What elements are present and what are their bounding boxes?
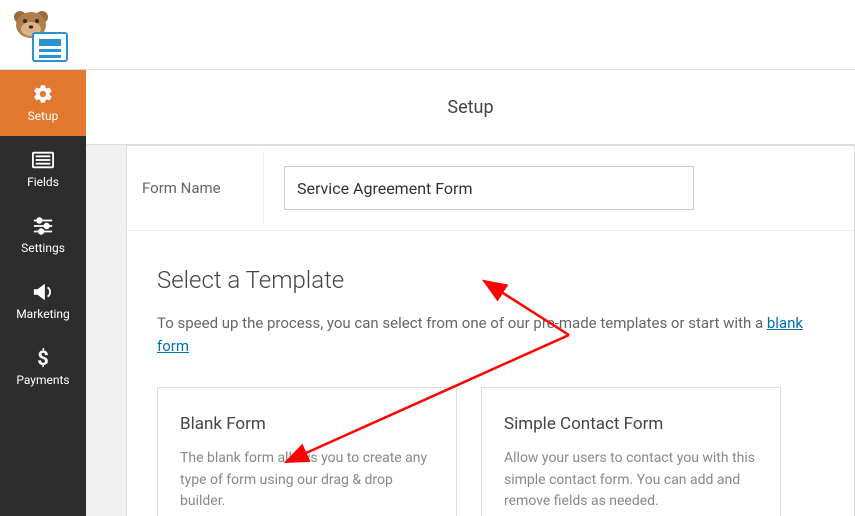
page-title: Setup bbox=[447, 97, 493, 118]
template-card-title: Simple Contact Form bbox=[504, 414, 758, 434]
template-grid: Blank Form The blank form allows you to … bbox=[157, 387, 824, 516]
template-card-simple-contact[interactable]: Simple Contact Form Allow your users to … bbox=[481, 387, 781, 516]
main-area: Setup Form Name Select a Template To spe… bbox=[86, 70, 855, 516]
sidebar-item-marketing[interactable]: Marketing bbox=[0, 268, 86, 334]
sidebar-item-setup[interactable]: Setup bbox=[0, 70, 86, 136]
template-section: Select a Template To speed up the proces… bbox=[127, 231, 854, 516]
sidebar-item-settings[interactable]: Settings bbox=[0, 202, 86, 268]
top-bar bbox=[0, 0, 855, 70]
form-name-label: Form Name bbox=[127, 151, 264, 225]
logo bbox=[10, 7, 70, 62]
sidebar-label-marketing: Marketing bbox=[16, 307, 70, 321]
page-title-bar: Setup bbox=[86, 70, 855, 145]
svg-text:$: $ bbox=[37, 347, 48, 369]
dollar-icon: $ bbox=[32, 348, 54, 368]
sidebar: Setup Fields Settings Marketing $ Paymen… bbox=[0, 70, 86, 516]
template-intro: To speed up the process, you can select … bbox=[157, 312, 824, 357]
template-card-title: Blank Form bbox=[180, 414, 434, 434]
template-intro-text: To speed up the process, you can select … bbox=[157, 314, 767, 332]
template-heading: Select a Template bbox=[157, 266, 824, 294]
sidebar-label-fields: Fields bbox=[27, 175, 59, 189]
bullhorn-icon bbox=[32, 282, 54, 302]
template-card-desc: The blank form allows you to create any … bbox=[180, 448, 434, 513]
form-name-input[interactable] bbox=[284, 166, 694, 210]
gear-icon bbox=[32, 84, 54, 104]
template-card-blank-form[interactable]: Blank Form The blank form allows you to … bbox=[157, 387, 457, 516]
sidebar-label-settings: Settings bbox=[21, 241, 65, 255]
sliders-icon bbox=[32, 216, 54, 236]
sidebar-item-fields[interactable]: Fields bbox=[0, 136, 86, 202]
sidebar-label-payments: Payments bbox=[16, 373, 69, 387]
sidebar-item-payments[interactable]: $ Payments bbox=[0, 334, 86, 400]
form-panel: Form Name Select a Template To speed up … bbox=[126, 145, 855, 516]
form-name-row: Form Name bbox=[127, 146, 854, 231]
sidebar-label-setup: Setup bbox=[28, 109, 59, 123]
template-card-desc: Allow your users to contact you with thi… bbox=[504, 448, 758, 513]
list-icon bbox=[32, 150, 54, 170]
form-card-icon bbox=[32, 32, 68, 62]
